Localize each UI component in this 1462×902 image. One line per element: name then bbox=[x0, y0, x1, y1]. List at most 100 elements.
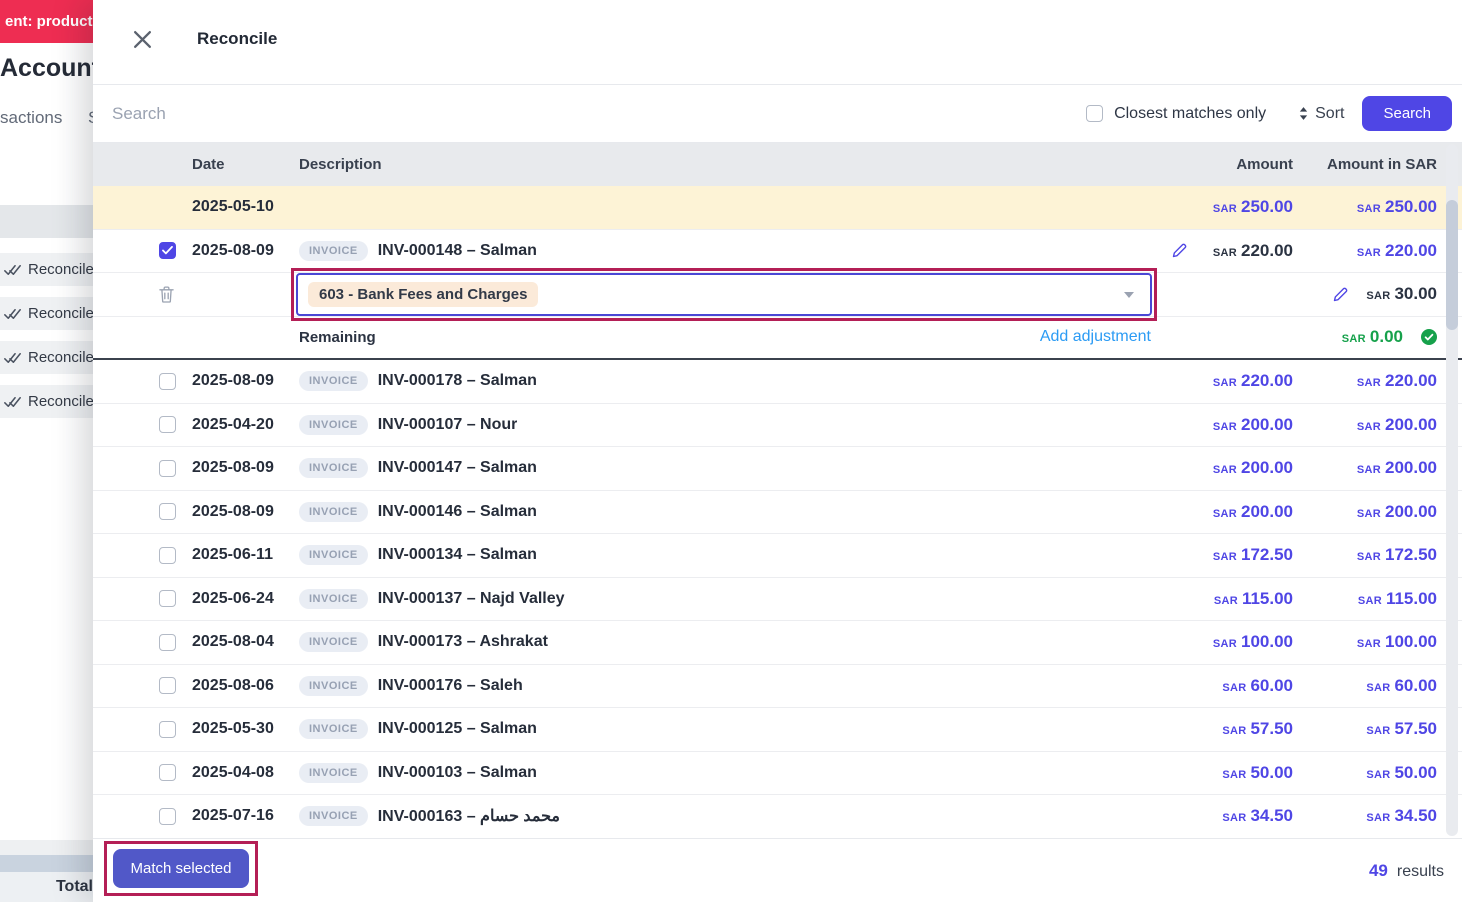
currency-label: SAR bbox=[1213, 203, 1237, 215]
row-date: 2025-07-16 bbox=[192, 807, 299, 825]
amount-value: 60.00 bbox=[1394, 676, 1437, 696]
amount-sar: SAR200.00 bbox=[1357, 415, 1437, 435]
row-description: RemainingAdd adjustment bbox=[299, 328, 1123, 346]
currency-label: SAR bbox=[1222, 725, 1246, 737]
horizontal-scrollbar[interactable] bbox=[0, 855, 93, 872]
invoice-badge: INVOICE bbox=[299, 415, 368, 435]
background-reconcile-button[interactable]: Reconcile bbox=[0, 297, 93, 330]
tab-transactions[interactable]: sactions bbox=[0, 108, 62, 128]
edit-adjustment-amount-icon[interactable] bbox=[1333, 287, 1348, 302]
row-checkbox[interactable] bbox=[159, 547, 176, 564]
sort-icon bbox=[1298, 106, 1309, 121]
amount-value: 200.00 bbox=[1241, 415, 1293, 435]
amount-value: 250.00 bbox=[1385, 197, 1437, 217]
background-page: ent: productio Account sactions S Reconc… bbox=[0, 0, 93, 902]
amount-value: 115.00 bbox=[1242, 589, 1293, 609]
cell-checkbox bbox=[93, 634, 192, 651]
scrollbar-thumb[interactable] bbox=[1446, 200, 1458, 330]
modal-title: Reconcile bbox=[197, 27, 277, 49]
table-row-candidate: 2025-04-08INVOICEINV-000103 – SalmanSAR5… bbox=[93, 752, 1462, 796]
row-date: 2025-08-09 bbox=[192, 372, 299, 390]
background-reconcile-button[interactable]: Reconcile bbox=[0, 341, 93, 374]
sort-control[interactable]: Sort bbox=[1298, 105, 1344, 123]
cell-checkbox bbox=[93, 373, 192, 390]
currency-label: SAR bbox=[1358, 595, 1382, 607]
double-check-icon bbox=[4, 396, 21, 408]
table-row-candidate: 2025-08-09INVOICEINV-000147 – SalmanSAR2… bbox=[93, 447, 1462, 491]
edit-amount-icon[interactable] bbox=[1172, 243, 1187, 258]
cell-amount: SAR200.00 bbox=[1123, 458, 1293, 478]
row-description: INVOICEINV-000103 – Salman bbox=[299, 763, 1123, 783]
row-checkbox[interactable] bbox=[159, 416, 176, 433]
amount-value: 60.00 bbox=[1250, 676, 1293, 696]
column-header-description: Description bbox=[299, 156, 1123, 173]
background-reconcile-button[interactable]: Reconcile bbox=[0, 253, 93, 286]
cell-amount: SAR 200.00 bbox=[1123, 415, 1293, 435]
delete-adjustment-icon[interactable] bbox=[159, 286, 174, 303]
total-label: Total bbox=[56, 878, 93, 896]
row-description: INVOICEINV-000125 – Salman bbox=[299, 719, 1123, 739]
cell-amount: SAR172.50 bbox=[1123, 545, 1293, 565]
amount-sar: SAR50.00 bbox=[1366, 763, 1437, 783]
row-checkbox[interactable] bbox=[159, 764, 176, 781]
currency-label: SAR bbox=[1357, 508, 1381, 520]
cell-checkbox bbox=[93, 286, 192, 303]
row-checkbox[interactable] bbox=[159, 808, 176, 825]
amount: SAR34.50 bbox=[1222, 806, 1293, 826]
double-check-icon bbox=[4, 352, 21, 364]
currency-label: SAR bbox=[1213, 421, 1237, 433]
invoice-description: INV-000134 – Salman bbox=[378, 546, 537, 564]
row-checkbox[interactable] bbox=[159, 460, 176, 477]
amount: SAR172.50 bbox=[1213, 545, 1293, 565]
table-header-row: Date Description Amount Amount in SAR bbox=[93, 143, 1462, 186]
background-reconcile-button[interactable]: Reconcile bbox=[0, 385, 93, 418]
amount-sar: SAR220.00 bbox=[1357, 241, 1437, 261]
amount-value: 220.00 bbox=[1241, 241, 1293, 261]
row-date: 2025-06-24 bbox=[192, 590, 299, 608]
invoice-badge: INVOICE bbox=[299, 545, 368, 565]
closest-matches-label: Closest matches only bbox=[1114, 105, 1266, 123]
row-checkbox[interactable] bbox=[159, 634, 176, 651]
cell-amount-sar: SAR 115.00 bbox=[1293, 589, 1445, 609]
row-description: INVOICEINV-000147 – Salman bbox=[299, 458, 1123, 478]
row-checkbox[interactable] bbox=[159, 373, 176, 390]
cell-checkbox bbox=[93, 547, 192, 564]
results-count: 49 bbox=[1369, 861, 1388, 881]
amount: SAR100.00 bbox=[1213, 632, 1293, 652]
closest-matches-checkbox[interactable] bbox=[1086, 105, 1103, 122]
row-description: INVOICE INV-000134 – Salman bbox=[299, 545, 1123, 565]
row-checkbox[interactable] bbox=[159, 503, 176, 520]
amount-value: 115.00 bbox=[1386, 589, 1437, 609]
search-bar: Closest matches only Sort Search bbox=[93, 85, 1462, 143]
vertical-scrollbar[interactable] bbox=[1446, 144, 1458, 836]
environment-banner: ent: productio bbox=[0, 0, 93, 43]
close-icon[interactable] bbox=[130, 27, 154, 51]
amount-value: 34.50 bbox=[1250, 806, 1293, 826]
table-row-candidate: 2025-06-11INVOICEINV-000134 – SalmanSAR1… bbox=[93, 534, 1462, 578]
row-date: 2025-08-09 bbox=[192, 459, 299, 477]
cell-amount: SAR100.00 bbox=[1123, 632, 1293, 652]
search-input[interactable] bbox=[112, 104, 1086, 124]
table-row-remaining: RemainingAdd adjustmentSAR0.00 bbox=[93, 317, 1462, 361]
currency-label: SAR bbox=[1213, 377, 1237, 389]
adjustment-category-select[interactable]: 603 - Bank Fees and Charges bbox=[296, 273, 1152, 316]
invoice-description: INV-000173 – Ashrakat bbox=[378, 633, 548, 651]
account-page-title: Account bbox=[0, 54, 93, 83]
row-checkbox[interactable] bbox=[159, 590, 176, 607]
amount-value: 200.00 bbox=[1385, 502, 1437, 522]
row-checkbox-checked[interactable] bbox=[159, 242, 176, 259]
invoice-badge: INVOICE bbox=[299, 806, 368, 826]
cell-amount-sar: SAR30.00 bbox=[1293, 284, 1445, 304]
row-checkbox[interactable] bbox=[159, 677, 176, 694]
invoice-description: INV-000163 – محمد حسام bbox=[378, 806, 560, 826]
annotation-box-match-button: Match selected bbox=[104, 841, 258, 896]
add-adjustment-link[interactable]: Add adjustment bbox=[1040, 328, 1151, 346]
amount-sar: SAR34.50 bbox=[1366, 806, 1437, 826]
cell-checkbox bbox=[93, 808, 192, 825]
closest-matches-option[interactable]: Closest matches only bbox=[1086, 105, 1266, 123]
match-selected-button[interactable]: Match selected bbox=[113, 849, 250, 888]
search-button[interactable]: Search bbox=[1362, 96, 1452, 131]
row-checkbox[interactable] bbox=[159, 721, 176, 738]
invoice-badge: INVOICE bbox=[299, 676, 368, 696]
amount-value: 250.00 bbox=[1241, 197, 1293, 217]
